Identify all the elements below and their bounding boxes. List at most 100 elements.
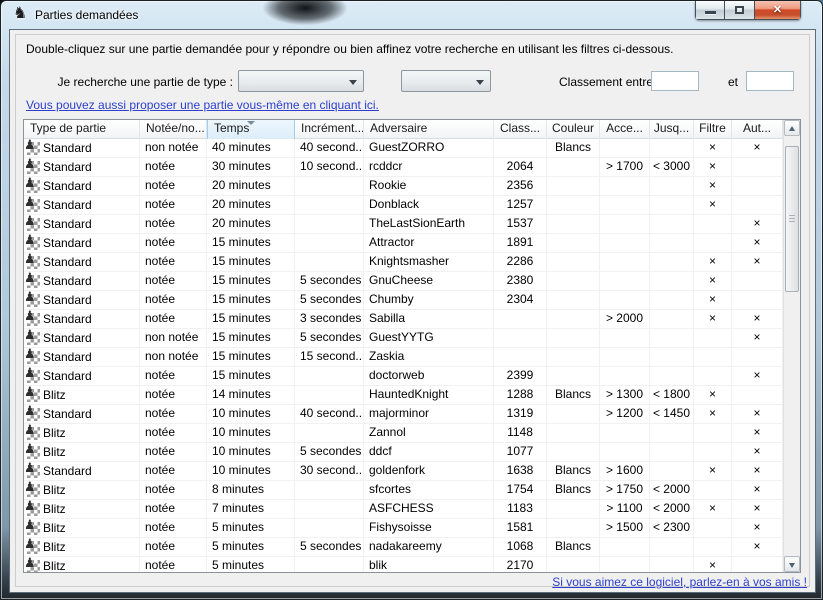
table-row[interactable]: Standardnotée20 minutesRookie2356× <box>24 177 783 196</box>
table-row[interactable]: Standardnotée15 minutes3 secondesSabilla… <box>24 310 783 329</box>
cell-5 <box>494 139 547 158</box>
cell-7 <box>600 329 650 348</box>
table-row[interactable]: Blitznotée10 minutes5 secondesddcf1077× <box>24 443 783 462</box>
table-row[interactable]: Blitznotée10 minutesZannol1148× <box>24 424 783 443</box>
vertical-scrollbar[interactable] <box>783 120 800 572</box>
cell-7 <box>600 177 650 196</box>
table-row[interactable]: Standardnon notée40 minutes40 second...G… <box>24 139 783 158</box>
table-row[interactable]: Blitznotée5 minutes5 secondesnadakareemy… <box>24 538 783 557</box>
cell-6 <box>547 253 600 272</box>
table-row[interactable]: Standardnotée20 minutesDonblack1257× <box>24 196 783 215</box>
column-header-6[interactable]: Couleur <box>547 120 600 139</box>
maximize-button[interactable] <box>725 1 755 20</box>
column-header-7[interactable]: Acce... <box>600 120 650 139</box>
scroll-up-arrow-icon[interactable] <box>784 120 800 136</box>
cell-7 <box>600 253 650 272</box>
game-type-text: Blitz <box>43 425 66 442</box>
dialog-window: ♞ Parties demandées ✕ Double-cliquez sur… <box>0 0 823 600</box>
cell-10: × <box>732 139 783 158</box>
cell-10 <box>732 291 783 310</box>
table-row[interactable]: Standardnotée15 minutesKnightsmasher2286… <box>24 253 783 272</box>
games-table: Type de partieNotée/no...TempsIncrément.… <box>23 119 801 573</box>
rating-max-input[interactable] <box>746 71 794 91</box>
table-row[interactable]: Standardnon notée15 minutes5 secondesGue… <box>24 329 783 348</box>
table-row[interactable]: Standardnotée15 minutes5 secondesGnuChee… <box>24 272 783 291</box>
instruction-text: Double-cliquez sur une partie demandée p… <box>26 42 673 56</box>
cell-0: Blitz <box>24 386 140 405</box>
chess-pawn-board-icon <box>27 427 40 440</box>
cell-10: × <box>732 519 783 538</box>
close-button[interactable]: ✕ <box>755 1 801 20</box>
cell-4: rcddcr <box>364 158 494 177</box>
game-type-text: Standard <box>43 178 92 195</box>
column-header-3[interactable]: Incrément... <box>295 120 364 139</box>
scrollbar-thumb[interactable] <box>785 146 799 292</box>
cell-9: × <box>694 405 732 424</box>
game-type-text: Standard <box>43 349 92 366</box>
chess-knight-icon: ♞ <box>13 6 27 22</box>
share-software-link[interactable]: Si vous aimez ce logiciel, parlez-en à v… <box>552 575 807 589</box>
column-header-10[interactable]: Aut... <box>732 120 783 139</box>
cell-6 <box>547 500 600 519</box>
title-bar[interactable]: ♞ Parties demandées ✕ <box>1 1 822 29</box>
cell-1: notée <box>140 424 207 443</box>
cell-3: 40 second... <box>295 139 364 158</box>
column-header-8[interactable]: Jusq... <box>650 120 694 139</box>
cell-1: notée <box>140 234 207 253</box>
game-type-select[interactable] <box>238 70 364 92</box>
cell-8 <box>650 177 694 196</box>
table-row[interactable]: Standardnon notée15 minutes15 second...Z… <box>24 348 783 367</box>
rating-min-input[interactable] <box>651 71 699 91</box>
cell-8 <box>650 557 694 572</box>
cell-7: > 1750 <box>600 481 650 500</box>
cell-6 <box>547 196 600 215</box>
game-type-text: Blitz <box>43 387 66 404</box>
propose-game-link[interactable]: Vous pouvez aussi proposer une partie vo… <box>26 98 379 112</box>
game-type-text: Blitz <box>43 501 66 518</box>
table-row[interactable]: Standardnotée15 minutes5 secondesChumby2… <box>24 291 783 310</box>
game-type-text: Standard <box>43 463 92 480</box>
cell-6 <box>547 215 600 234</box>
cell-6 <box>547 405 600 424</box>
table-row[interactable]: Standardnotée10 minutes30 second...golde… <box>24 462 783 481</box>
column-header-9[interactable]: Filtre <box>694 120 732 139</box>
cell-10: × <box>732 329 783 348</box>
column-header-5[interactable]: Class... <box>494 120 547 139</box>
table-row[interactable]: Blitznotée14 minutesHauntedKnight1288Bla… <box>24 386 783 405</box>
cell-3 <box>295 177 364 196</box>
table-row[interactable]: Blitznotée5 minutesblik2170× <box>24 557 783 572</box>
cell-4: goldenfork <box>364 462 494 481</box>
table-row[interactable]: Standardnotée15 minutesAttractor1891× <box>24 234 783 253</box>
cell-4: Zannol <box>364 424 494 443</box>
cell-9 <box>694 234 732 253</box>
cell-6: Blancs <box>547 462 600 481</box>
cell-1: notée <box>140 519 207 538</box>
scroll-down-arrow-icon[interactable] <box>784 556 800 572</box>
cell-3 <box>295 196 364 215</box>
chevron-down-icon <box>349 80 357 85</box>
cell-1: non notée <box>140 348 207 367</box>
cell-0: Blitz <box>24 481 140 500</box>
column-header-0[interactable]: Type de partie <box>24 120 140 139</box>
cell-7 <box>600 424 650 443</box>
cell-0: Standard <box>24 348 140 367</box>
table-row[interactable]: Blitznotée7 minutesASFCHESS1183> 1100< 2… <box>24 500 783 519</box>
column-header-1[interactable]: Notée/no... <box>140 120 207 139</box>
column-header-4[interactable]: Adversaire <box>364 120 494 139</box>
table-row[interactable]: Standardnotée10 minutes40 second...major… <box>24 405 783 424</box>
table-row[interactable]: Standardnotée20 minutesTheLastSionEarth1… <box>24 215 783 234</box>
game-type-text: Blitz <box>43 520 66 537</box>
column-header-2[interactable]: Temps <box>207 120 295 139</box>
minimize-button[interactable] <box>695 1 725 20</box>
game-type-text: Standard <box>43 197 92 214</box>
table-row[interactable]: Standardnotée15 minutesdoctorweb2399× <box>24 367 783 386</box>
table-row[interactable]: Standardnotée30 minutes10 second...rcddc… <box>24 158 783 177</box>
cell-3: 5 secondes <box>295 329 364 348</box>
cell-8 <box>650 215 694 234</box>
cell-3: 3 secondes <box>295 310 364 329</box>
table-row[interactable]: Blitznotée8 minutessfcortes1754Blancs> 1… <box>24 481 783 500</box>
cell-8 <box>650 443 694 462</box>
cell-10: × <box>732 310 783 329</box>
table-row[interactable]: Blitznotée5 minutesFishysoisse1581> 1500… <box>24 519 783 538</box>
secondary-filter-select[interactable] <box>401 70 491 92</box>
